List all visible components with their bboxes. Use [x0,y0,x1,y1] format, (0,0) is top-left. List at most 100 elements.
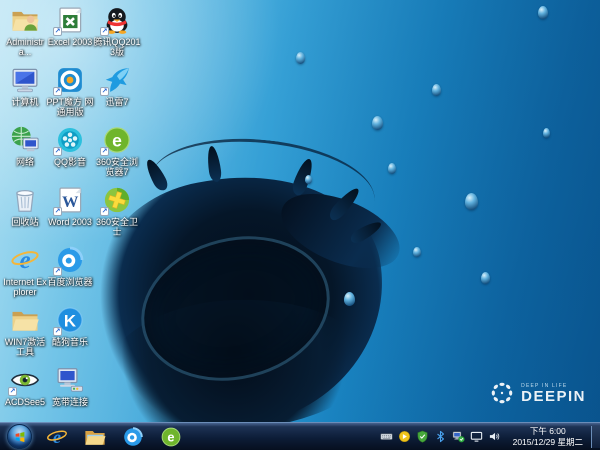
svg-text:e: e [53,426,61,446]
desktop-icon-label: Excel 2003 [47,37,93,47]
acdsee-eye-icon: ↗ [8,365,40,396]
water-droplet [296,52,305,64]
admin-folder-icon [10,5,40,35]
tray-input-language[interactable] [380,430,394,444]
desktop-icon-label: Administra... [6,37,44,57]
desktop-icon-excel[interactable]: ↗ Excel 2003 [46,5,94,65]
shortcut-arrow-icon: ↗ [100,87,109,96]
browser360-icon: e ↗ [100,125,132,156]
water-droplet [372,116,383,130]
tray-network-status[interactable] [452,430,466,444]
water-droplet [543,128,550,138]
desktop-icon-label: 计算机 [11,97,39,107]
svg-text:W: W [62,193,78,211]
start-button[interactable] [7,424,32,449]
deepin-logo-icon [489,380,515,406]
thunder-icon: ↗ [100,65,132,96]
volume-icon [488,430,501,443]
desktop-icon-safe360[interactable]: ↗ 360安全卫士 [93,185,141,245]
explorer-folder-icon [84,426,106,448]
network-globe-icon [10,125,40,155]
recycle-bin-icon [10,185,40,215]
water-droplet [465,193,478,210]
shortcut-arrow-icon: ↗ [100,27,109,36]
shortcut-arrow-icon: ↗ [8,387,17,396]
desktop-icon-label: 宽带连接 [51,397,88,407]
taskbar-button-internet-explorer[interactable]: e [45,425,69,449]
desktop-icon-network-globe[interactable]: 网络 [1,125,49,185]
admin-folder-icon [10,5,40,35]
folder-icon [10,305,40,335]
network-status-icon [452,430,465,443]
water-droplet [388,163,396,174]
show-desktop-button[interactable] [591,425,600,448]
display-icon [470,430,483,443]
safe360-icon: ↗ [100,185,132,216]
taskbar: ee 下午 6:00 2015/12/29 星期二 [0,422,600,450]
desktop-icon-label: 360安全卫士 [95,217,139,237]
desktop-icon-broadband[interactable]: 宽带连接 [46,365,94,425]
svg-text:e: e [167,429,174,444]
desktop-icon-label: 迅雷7 [105,97,129,107]
desktop-icon-kugou[interactable]: K ↗ 酷狗音乐 [46,305,94,365]
browser360-icon: e [160,426,182,448]
desktop-icon-label: ACDSee5 [4,397,46,407]
tray-shield-icon [416,430,429,443]
svg-text:K: K [64,311,77,330]
desktop-icon-label: 酷狗音乐 [51,337,88,347]
taskbar-pinned-apps: ee [45,425,183,449]
keyboard-icon [380,430,393,443]
desktop-icon-computer[interactable]: 计算机 [1,65,49,125]
shortcut-arrow-icon: ↗ [53,327,62,336]
desktop-icon-label: QQ影音 [53,157,86,167]
desktop-icon-qq[interactable]: ↗ 腾讯QQ2013版 [93,5,141,65]
desktop-icon-label: Internet Explorer [3,277,47,297]
water-droplet [344,292,355,306]
bluetooth-icon [434,430,447,443]
desktop-icon-word[interactable]: W ↗ Word 2003 [46,185,94,245]
desktop-icon-qq-player[interactable]: ↗ QQ影音 [46,125,94,185]
desktop-icon-column-2: ↗ Excel 2003 ↗ PPT魔方 网通用版 ↗ QQ影音 W ↗ Word 2003 ↗ 百… [46,5,94,425]
ie-icon: e [10,245,40,275]
desktop-icon-label: Word 2003 [48,217,92,227]
deepin-branding: DEEP IN LIFE DEEPIN [489,380,586,406]
taskbar-clock[interactable]: 下午 6:00 2015/12/29 星期二 [513,426,583,448]
shortcut-arrow-icon: ↗ [53,267,62,276]
tray-360-safe[interactable] [416,430,430,444]
desktop-icon-label: PPT魔方 网通用版 [46,97,94,117]
broadband-icon [55,365,85,395]
tray-display-switch[interactable] [470,430,484,444]
desktop-icon-admin-folder[interactable]: Administra... [1,5,49,65]
desktop-icon-baidu-browser[interactable]: ↗ 百度浏览器 [46,245,94,305]
desktop-icon-acdsee-eye[interactable]: ↗ ACDSee5 [1,365,49,425]
folder-icon [10,305,40,335]
desktop-icon-browser360[interactable]: e ↗ 360安全浏览器7 [93,125,141,185]
desktop-screen: Administra... 计算机 网络 回收站 e Internet Explorer W… [0,0,600,450]
tray-bluetooth[interactable] [434,430,448,444]
taskbar-button-baidu-browser[interactable] [121,425,145,449]
tray-volume[interactable] [488,430,502,444]
shortcut-arrow-icon: ↗ [53,87,62,96]
desktop-icon-recycle-bin[interactable]: 回收站 [1,185,49,245]
shortcut-arrow-icon: ↗ [53,27,62,36]
qq-icon: ↗ [100,5,132,36]
desktop-icon-ppt[interactable]: ↗ PPT魔方 网通用版 [46,65,94,125]
desktop-icon-label: 网络 [15,157,34,167]
deepin-name: DEEPIN [521,387,586,405]
taskbar-button-360-browser[interactable]: e [159,425,183,449]
shortcut-arrow-icon: ↗ [53,207,62,216]
word-icon: W ↗ [53,185,85,216]
computer-icon [10,65,40,95]
desktop-icon-thunder[interactable]: ↗ 迅雷7 [93,65,141,125]
recycle-bin-icon [10,185,40,215]
desktop-icon-label: WIN7激活工具 [4,337,46,357]
ppt-icon: ↗ [53,65,85,96]
tray-icons [380,430,502,444]
taskbar-button-windows-explorer[interactable] [83,425,107,449]
desktop-icon-folder[interactable]: WIN7激活工具 [1,305,49,365]
tray-360-antivirus[interactable] [398,430,412,444]
desktop-icon-ie[interactable]: e Internet Explorer [1,245,49,305]
desktop-icon-label: 360安全浏览器7 [95,157,139,177]
desktop-icon-column-3: ↗ 腾讯QQ2013版 ↗ 迅雷7 e ↗ 360安全浏览器7 ↗ 360安全卫士 [93,5,141,245]
qq-player-icon: ↗ [53,125,85,156]
